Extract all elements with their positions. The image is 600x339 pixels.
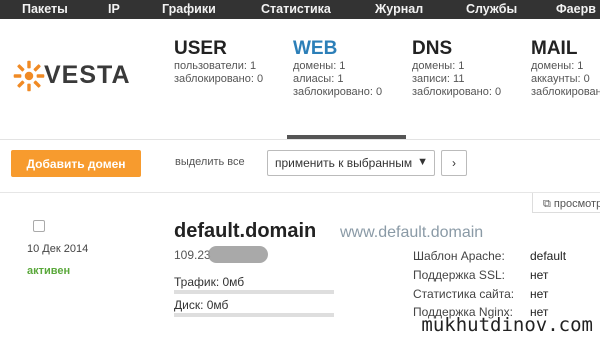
stat-line: аккаунты: 0 bbox=[531, 73, 590, 85]
dropdown-caret-icon: ▼ bbox=[417, 156, 428, 168]
param-label: Шаблон Apache: bbox=[413, 249, 505, 263]
row-checkbox[interactable] bbox=[33, 220, 45, 232]
param-value: default bbox=[530, 249, 567, 263]
nav-item-services[interactable]: Службы bbox=[466, 2, 517, 16]
ip-redaction bbox=[208, 246, 268, 263]
nav-item-log[interactable]: Журнал bbox=[375, 2, 423, 16]
domain-name[interactable]: default.domain bbox=[174, 220, 316, 243]
param-label: Поддержка SSL: bbox=[413, 268, 505, 282]
nav-item-graphs[interactable]: Графики bbox=[162, 2, 216, 16]
param-label: Статистика сайта: bbox=[413, 287, 515, 301]
stat-line: алиасы: 1 bbox=[293, 73, 344, 85]
stat-dns[interactable]: DNS домены: 1 записи: 11 заблокировано: … bbox=[412, 38, 501, 99]
stat-line: домены: 1 bbox=[531, 60, 584, 72]
nav-item-statistics[interactable]: Статистика bbox=[261, 2, 331, 16]
vesta-logo-icon[interactable] bbox=[12, 59, 46, 93]
ip-address: 109.23 bbox=[174, 248, 211, 262]
stat-line: пользователи: 1 bbox=[174, 60, 257, 72]
traffic-label: Трафик: 0мб bbox=[174, 275, 245, 289]
stat-line: заблокировано: 0 bbox=[412, 86, 502, 98]
nav-item-firewall[interactable]: Фаерв bbox=[556, 2, 596, 16]
view-tab[interactable]: ⧉ просмотр bbox=[532, 193, 600, 213]
disk-label: Диск: 0мб bbox=[174, 298, 229, 312]
stat-user[interactable]: USER пользователи: 1 заблокировано: 0 bbox=[174, 38, 263, 86]
logo-text: VESTA bbox=[44, 61, 131, 89]
bulk-action-select[interactable]: применить к выбранным ▼ bbox=[267, 150, 435, 176]
divider bbox=[0, 139, 600, 140]
stat-line: домены: 1 bbox=[412, 60, 465, 72]
bulk-action-value: применить к выбранным bbox=[275, 156, 413, 170]
apply-bulk-button[interactable]: › bbox=[441, 150, 467, 176]
add-domain-button[interactable]: Добавить домен bbox=[11, 150, 141, 177]
select-all-link[interactable]: выделить все bbox=[175, 156, 245, 168]
stat-title: MAIL bbox=[531, 38, 578, 59]
stat-line: заблокировано: 0 bbox=[174, 73, 264, 85]
disk-bar bbox=[174, 313, 334, 317]
stat-mail[interactable]: MAIL домены: 1 аккаунты: 0 заблокировано… bbox=[531, 38, 600, 99]
stat-title: USER bbox=[174, 38, 227, 59]
view-icon: ⧉ bbox=[543, 198, 551, 210]
row-date: 10 Дек 2014 bbox=[27, 243, 89, 255]
stat-title: WEB bbox=[293, 38, 338, 59]
traffic-bar bbox=[174, 290, 334, 294]
view-tab-label: просмотр bbox=[553, 198, 600, 210]
stat-line: записи: 11 bbox=[412, 73, 465, 85]
domain-alias: www.default.domain bbox=[340, 224, 484, 241]
header: VESTA USER пользователи: 1 заблокировано… bbox=[0, 19, 600, 137]
nav-item-ip[interactable]: IP bbox=[108, 2, 120, 16]
watermark: mukhutdinov.com bbox=[421, 314, 593, 336]
param-value: нет bbox=[530, 268, 549, 282]
divider bbox=[0, 192, 600, 193]
stat-title: DNS bbox=[412, 38, 453, 59]
stat-line: домены: 1 bbox=[293, 60, 346, 72]
stat-web[interactable]: WEB домены: 1 алиасы: 1 заблокировано: 0 bbox=[293, 38, 382, 99]
param-value: нет bbox=[530, 287, 549, 301]
top-navigation: Пакеты IP Графики Статистика Журнал Служ… bbox=[0, 0, 600, 19]
status-badge: активен bbox=[27, 265, 71, 277]
stat-line: заблокировано: 0 bbox=[531, 86, 600, 98]
stat-line: заблокировано: 0 bbox=[293, 86, 383, 98]
nav-item-packages[interactable]: Пакеты bbox=[22, 2, 68, 16]
